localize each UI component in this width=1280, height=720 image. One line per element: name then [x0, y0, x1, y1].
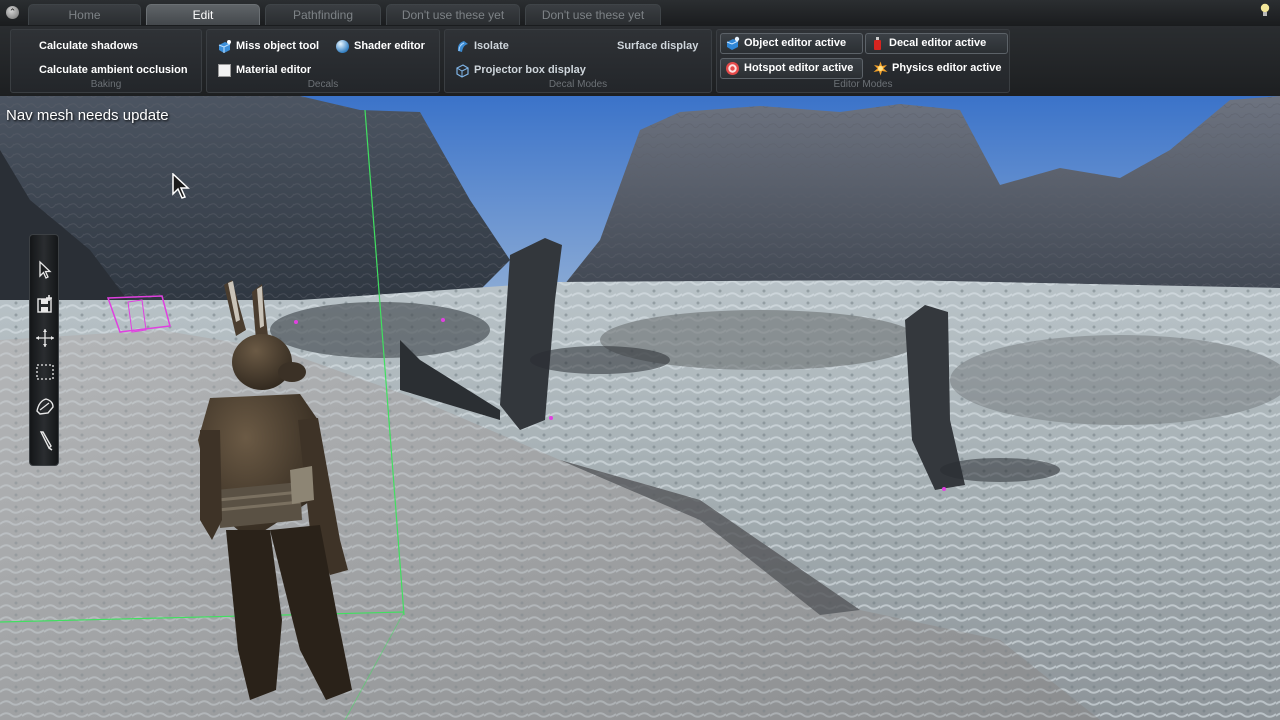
tab-dont-use-1[interactable]: Don't use these yet [386, 4, 520, 25]
isolate-button[interactable]: Isolate [451, 36, 513, 57]
ribbon-group-decals: Miss object tool Shader editor Material … [206, 29, 440, 93]
nav-mesh-status-text: Nav mesh needs update [6, 107, 169, 124]
isolate-icon [455, 39, 470, 54]
physics-burst-icon [873, 61, 888, 76]
move-gizmo-icon[interactable] [34, 327, 56, 349]
cube-wand-icon [217, 39, 232, 54]
calculate-shadows-button[interactable]: Calculate shadows [35, 36, 142, 57]
tab-pathfinding[interactable]: Pathfinding [265, 4, 381, 25]
ribbon-group-editor-modes: Object editor active Decal editor active… [716, 29, 1010, 93]
lightbulb-icon[interactable] [1260, 3, 1270, 17]
object-editor-active-toggle[interactable]: Object editor active [720, 33, 863, 54]
select-arrow-icon[interactable] [34, 259, 56, 281]
group-label-decal-modes: Decal Modes [548, 79, 608, 90]
vertical-toolbox [29, 234, 59, 466]
projector-box-icon [455, 63, 470, 78]
material-swatch-icon [217, 63, 232, 78]
ribbon-group-baking: Calculate shadows Calculate ambient occl… [10, 29, 202, 93]
mouse-cursor-icon [172, 173, 190, 199]
tab-home[interactable]: Home [28, 4, 141, 25]
group-label-baking: Baking [90, 79, 122, 90]
decal-editor-active-toggle[interactable]: Decal editor active [865, 33, 1008, 54]
app-menu-icon[interactable]: ⌃ [6, 6, 19, 19]
ribbon-toolbar: Calculate shadows Calculate ambient occl… [0, 26, 1280, 96]
physics-editor-active-toggle[interactable]: Physics editor active [869, 58, 1005, 79]
shader-editor-button[interactable]: Shader editor [331, 36, 429, 57]
surface-display-button[interactable]: Surface display [613, 36, 702, 57]
group-label-editor-modes: Editor Modes [833, 79, 893, 90]
tab-dont-use-2[interactable]: Don't use these yet [525, 4, 661, 25]
scene-viewport[interactable] [0, 0, 1280, 720]
terrain-brush-icon[interactable] [34, 395, 56, 417]
material-editor-button[interactable]: Material editor [213, 60, 315, 81]
marquee-select-icon[interactable] [34, 361, 56, 383]
calculate-ambient-occlusion-button[interactable]: Calculate ambient occlusion [35, 60, 192, 81]
group-label-decals: Decals [307, 79, 339, 90]
paint-brush-icon[interactable] [34, 429, 56, 451]
top-tab-bar: ⌃ Home Edit Pathfinding Don't use these … [0, 0, 1280, 26]
shader-sphere-icon [335, 39, 350, 54]
scene-render [0, 96, 1280, 720]
tab-edit[interactable]: Edit [146, 4, 260, 25]
miss-object-tool-button[interactable]: Miss object tool [213, 36, 323, 57]
object-cube-icon [725, 36, 740, 51]
hotspot-editor-active-toggle[interactable]: Hotspot editor active [720, 58, 863, 79]
ribbon-group-decal-modes: Isolate Surface display Projector box di… [444, 29, 712, 93]
projector-box-display-button[interactable]: Projector box display [451, 60, 590, 81]
decal-spray-icon [870, 36, 885, 51]
hotspot-target-icon [725, 61, 740, 76]
save-add-icon[interactable] [34, 293, 56, 315]
